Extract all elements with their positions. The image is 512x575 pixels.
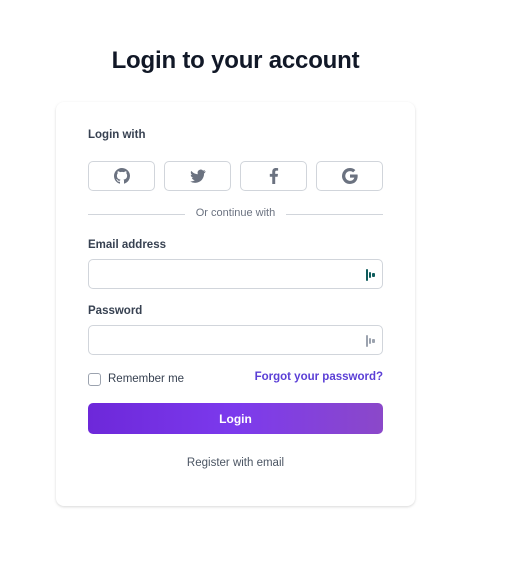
divider-text: Or continue with	[189, 207, 282, 219]
forgot-password-link[interactable]: Forgot your password?	[255, 371, 383, 383]
github-login-button[interactable]	[88, 161, 155, 191]
password-manager-icon[interactable]	[366, 335, 376, 347]
login-with-label: Login with	[88, 129, 146, 141]
twitter-icon	[189, 169, 205, 183]
page-title: Login to your account	[111, 47, 360, 74]
divider: Or continue with	[88, 207, 383, 221]
login-page: Login to your account Login with Or cont…	[0, 0, 512, 575]
login-card: Login with Or continue with Email addres…	[56, 102, 415, 506]
password-field-wrapper	[88, 325, 383, 355]
password-field[interactable]	[89, 326, 382, 354]
twitter-login-button[interactable]	[164, 161, 231, 191]
email-field[interactable]	[89, 260, 382, 288]
password-label: Password	[88, 305, 143, 317]
remember-me-label[interactable]: Remember me	[108, 373, 184, 385]
google-icon	[341, 168, 358, 184]
remember-me: Remember me	[88, 372, 184, 386]
facebook-login-button[interactable]	[240, 161, 307, 191]
email-label: Email address	[88, 239, 166, 251]
github-icon	[113, 168, 130, 184]
register-link[interactable]: Register with email	[56, 457, 415, 469]
facebook-icon	[269, 168, 278, 184]
email-field-wrapper	[88, 259, 383, 289]
remember-me-checkbox[interactable]	[88, 372, 101, 386]
login-button[interactable]: Login	[88, 403, 383, 434]
google-login-button[interactable]	[316, 161, 383, 191]
social-login-row	[88, 161, 383, 191]
password-manager-icon[interactable]	[366, 269, 376, 281]
